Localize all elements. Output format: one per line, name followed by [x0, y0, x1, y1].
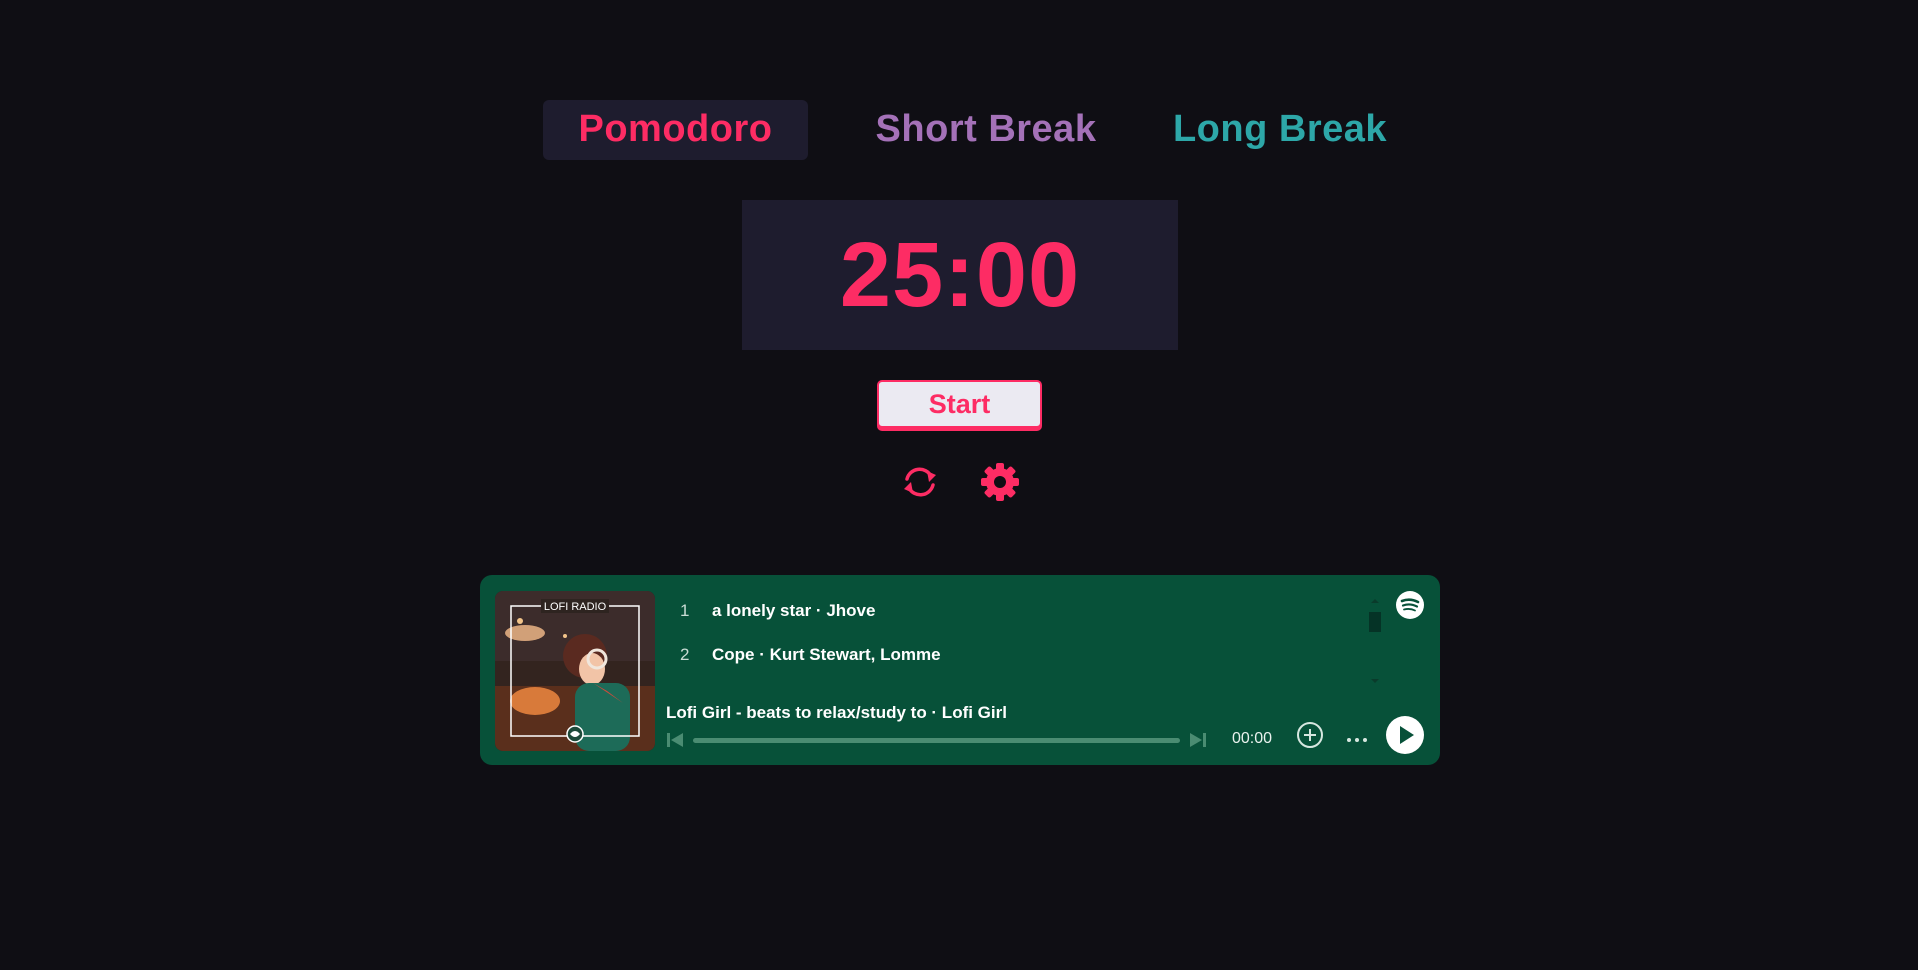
- album-label: LOFI RADIO: [544, 601, 607, 613]
- gear-icon[interactable]: [978, 460, 1022, 504]
- track-title: a lonely star · Jhove: [712, 601, 876, 620]
- play-icon[interactable]: [1385, 715, 1425, 755]
- tab-pomodoro[interactable]: Pomodoro: [543, 100, 808, 160]
- add-icon[interactable]: [1295, 720, 1325, 750]
- tracklist-scrollbar[interactable]: [1368, 597, 1382, 685]
- track-title: Cope · Kurt Stewart, Lomme: [712, 645, 941, 664]
- spotify-player: LOFI RADIO 1 a lonely star · Jhove 2 Cope …: [480, 575, 1440, 765]
- album-art: LOFI RADIO: [495, 591, 655, 751]
- elapsed-time: 00:00: [1232, 730, 1273, 747]
- start-button[interactable]: Start: [877, 380, 1042, 428]
- more-options-icon[interactable]: [1342, 725, 1372, 755]
- progress-bar[interactable]: [693, 738, 1180, 743]
- next-track-icon[interactable]: [1188, 730, 1208, 750]
- track-list-item[interactable]: 2 Cope · Kurt Stewart, Lomme: [680, 645, 941, 665]
- previous-track-icon[interactable]: [665, 730, 685, 750]
- tab-short-break[interactable]: Short Break: [856, 100, 1116, 160]
- spotify-icon[interactable]: [1395, 590, 1425, 620]
- timer-text: 25:00: [839, 224, 1081, 326]
- refresh-icon[interactable]: [898, 460, 942, 504]
- tab-long-break[interactable]: Long Break: [1155, 100, 1405, 160]
- track-list-item[interactable]: 1 a lonely star · Jhove: [680, 601, 875, 621]
- now-playing-title: Lofi Girl - beats to relax/study to · Lo…: [666, 703, 1007, 722]
- mode-tabs: Pomodoro Short Break Long Break: [543, 100, 1403, 160]
- track-number: 2: [680, 645, 690, 664]
- track-number: 1: [680, 601, 690, 620]
- timer-display: 25:00: [742, 200, 1178, 350]
